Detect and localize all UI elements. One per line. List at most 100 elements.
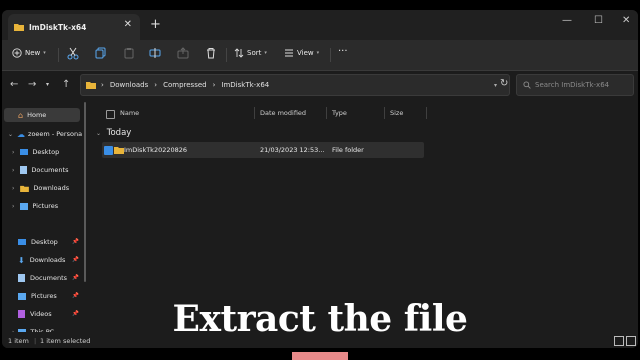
up-arrow-icon[interactable]: ↑: [62, 79, 70, 90]
tab-close-icon[interactable]: ✕: [124, 19, 132, 30]
cut-icon[interactable]: [66, 46, 80, 60]
column-divider[interactable]: [254, 107, 255, 119]
column-divider[interactable]: [426, 107, 427, 119]
pictures-icon: [20, 202, 29, 210]
title-bar: ImDiskTk-x64 ✕ + — ☐ ✕: [2, 10, 638, 40]
file-type: File folder: [332, 146, 364, 154]
tab-imdisktk[interactable]: ImDiskTk-x64 ✕: [8, 14, 140, 40]
sidebar-item-pictures[interactable]: › Pictures: [12, 199, 58, 213]
view-icon: [285, 49, 293, 57]
column-header-type[interactable]: Type: [332, 109, 347, 117]
chevron-down-icon: ⌄: [8, 130, 14, 138]
paste-icon[interactable]: [122, 46, 136, 60]
group-header-today[interactable]: ⌄ Today: [96, 128, 131, 138]
column-header-name[interactable]: Name: [120, 109, 139, 117]
documents-icon: [18, 274, 25, 282]
search-input[interactable]: Search ImDiskTk-x64: [516, 74, 634, 96]
refresh-icon[interactable]: ↻: [500, 78, 508, 89]
chevron-right-icon: ›: [12, 148, 15, 156]
folder-icon: [114, 147, 124, 154]
separator-icon: ›: [101, 81, 104, 89]
sidebar-item-home[interactable]: ⌂ Home: [4, 108, 80, 122]
column-header-size[interactable]: Size: [390, 109, 403, 117]
desktop-icon: [18, 239, 26, 245]
quick-access-documents[interactable]: Documents: [18, 271, 67, 285]
file-name: ImDiskTk20220826: [124, 146, 188, 154]
sidebar-item-label: Downloads: [29, 256, 66, 264]
sidebar-item-label: Documents: [31, 166, 69, 174]
row-checkbox[interactable]: [104, 146, 113, 155]
search-placeholder: Search ImDiskTk-x64: [535, 81, 610, 89]
divider: [226, 48, 227, 62]
desktop-icon: [20, 149, 29, 155]
more-options-button[interactable]: ···: [338, 46, 348, 57]
view-button[interactable]: View ▾: [284, 48, 319, 58]
sidebar-item-desktop[interactable]: › Desktop: [12, 145, 59, 159]
sort-icon: [234, 48, 244, 58]
sidebar-scrollbar[interactable]: [84, 102, 86, 282]
pin-icon[interactable]: 📌: [72, 275, 79, 281]
rename-icon[interactable]: [148, 46, 162, 60]
sort-button[interactable]: Sort ▾: [234, 48, 267, 58]
download-icon: ⬇: [18, 255, 25, 265]
separator-icon: ›: [212, 81, 216, 89]
breadcrumb-imdisktk[interactable]: ImDiskTk-x64: [221, 81, 269, 89]
sidebar-item-downloads[interactable]: › Downloads: [12, 181, 69, 195]
view-label: View: [297, 49, 314, 57]
chevron-right-icon: ›: [12, 184, 15, 192]
sidebar-item-label: zoeem - Persona: [28, 130, 83, 138]
chevron-right-icon: ›: [12, 202, 15, 210]
forward-arrow-icon[interactable]: →: [28, 79, 36, 90]
select-all-checkbox[interactable]: [106, 110, 115, 119]
sidebar-item-documents[interactable]: › Documents: [12, 163, 68, 177]
address-bar[interactable]: › Downloads › Compressed › ImDiskTk-x64 …: [80, 74, 510, 96]
chevron-down-icon[interactable]: ▾: [494, 82, 497, 89]
caption-accent-bar: [292, 352, 348, 360]
copy-icon[interactable]: [94, 46, 108, 60]
documents-icon: [20, 166, 28, 174]
breadcrumb-compressed[interactable]: Compressed: [163, 81, 207, 89]
divider: [58, 48, 59, 62]
new-tab-button[interactable]: +: [150, 17, 161, 32]
delete-icon[interactable]: [204, 46, 218, 60]
separator-icon: ›: [154, 81, 158, 89]
sidebar-item-label: Pictures: [32, 202, 59, 210]
back-arrow-icon[interactable]: ←: [10, 79, 18, 90]
close-window-button[interactable]: ✕: [622, 15, 630, 26]
sidebar-item-label: Documents: [30, 274, 68, 282]
chevron-down-icon: ▾: [264, 50, 267, 56]
pin-icon[interactable]: 📌: [72, 239, 79, 245]
quick-access-downloads[interactable]: ⬇ Downloads: [18, 253, 65, 267]
quick-access-desktop[interactable]: Desktop: [18, 235, 58, 249]
sidebar-item-label: Desktop: [31, 238, 58, 246]
column-divider[interactable]: [326, 107, 327, 119]
file-date: 21/03/2023 12:53...: [260, 146, 325, 154]
cloud-icon: ☁: [17, 129, 26, 139]
home-icon: ⌂: [18, 110, 24, 120]
sidebar-item-label: Downloads: [33, 184, 70, 192]
sidebar-item-onedrive[interactable]: ⌄ ☁ zoeem - Persona: [4, 127, 84, 141]
breadcrumb-downloads[interactable]: Downloads: [110, 81, 148, 89]
caption-text: Extract the file: [172, 298, 468, 340]
recent-chevron-icon[interactable]: ▾: [46, 81, 49, 88]
file-list: Name Date modified Type Size ⌄ Today ImD…: [90, 101, 638, 329]
maximize-button[interactable]: ☐: [594, 15, 603, 26]
group-label: Today: [106, 128, 132, 138]
sidebar-item-label: Desktop: [32, 148, 60, 156]
folder-icon: [20, 185, 30, 192]
command-bar: New ▾ Sort ▾ View ▾ ···: [2, 40, 638, 71]
search-icon: [523, 81, 531, 89]
address-row: ← → ▾ ↑ › Downloads › Compressed › ImDis…: [2, 71, 638, 101]
sort-label: Sort: [247, 49, 262, 57]
column-header-date[interactable]: Date modified: [260, 109, 306, 117]
chevron-down-icon: ▾: [316, 50, 320, 56]
minimize-button[interactable]: —: [562, 15, 572, 26]
column-divider[interactable]: [384, 107, 385, 119]
share-icon[interactable]: [176, 46, 190, 60]
chevron-down-icon: ▾: [43, 50, 46, 56]
new-button[interactable]: New ▾: [12, 48, 46, 58]
divider: [330, 48, 331, 62]
pin-icon[interactable]: 📌: [72, 257, 79, 263]
plus-circle-icon: [12, 48, 22, 58]
table-row[interactable]: ImDiskTk20220826 21/03/2023 12:53... Fil…: [102, 142, 424, 158]
